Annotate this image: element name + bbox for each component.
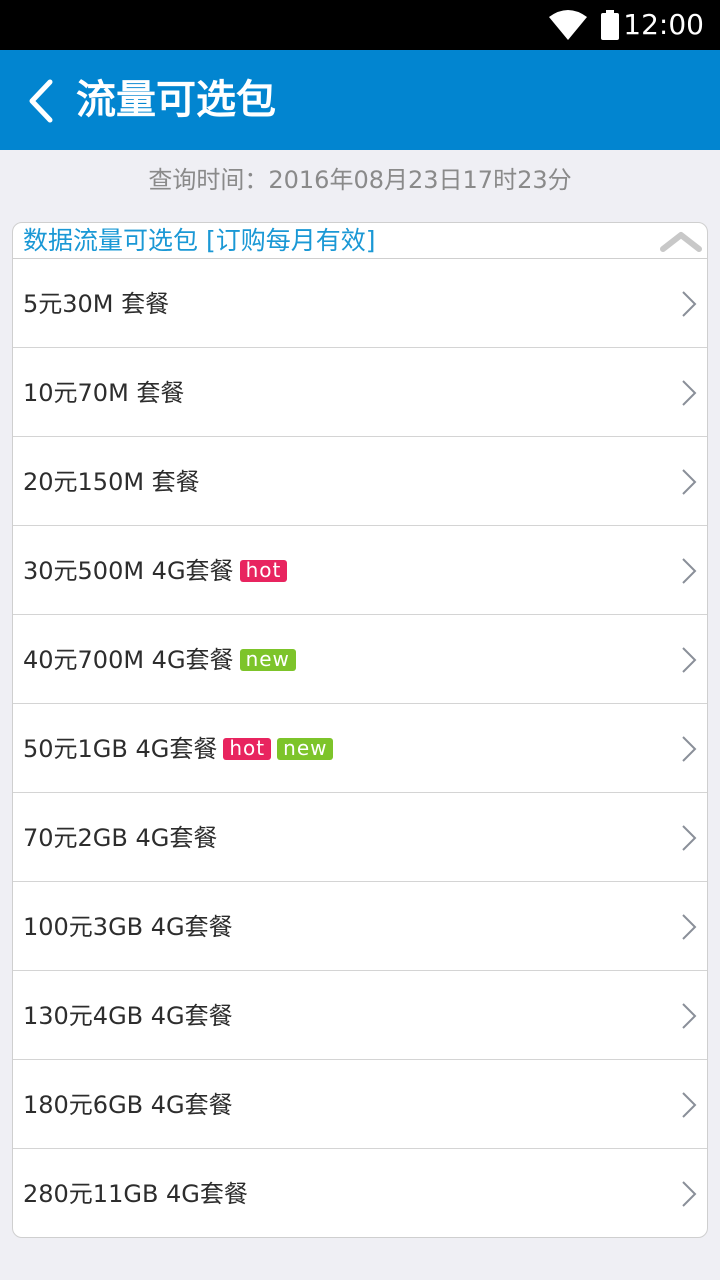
package-row[interactable]: 20元150M 套餐 xyxy=(13,437,707,526)
package-label: 10元70M 套餐 xyxy=(23,378,185,407)
package-label-wrap: 180元6GB 4G套餐 xyxy=(23,1060,233,1149)
package-label-wrap: 30元500M 4G套餐 hot xyxy=(23,526,288,615)
package-label-wrap: 70元2GB 4G套餐 xyxy=(23,793,217,882)
page-title: 流量可选包 xyxy=(76,77,276,123)
new-badge: new xyxy=(239,648,296,671)
package-row[interactable]: 130元4GB 4G套餐 xyxy=(13,971,707,1060)
package-row[interactable]: 30元500M 4G套餐 hot xyxy=(13,526,707,615)
chevron-right-icon xyxy=(682,1181,697,1207)
back-arrow-icon[interactable] xyxy=(22,78,62,124)
package-label-wrap: 10元70M 套餐 xyxy=(23,348,184,437)
package-label: 100元3GB 4G套餐 xyxy=(23,912,233,941)
package-label: 280元11GB 4G套餐 xyxy=(23,1179,248,1208)
battery-icon xyxy=(601,10,619,40)
hot-badge: hot xyxy=(239,559,288,582)
package-label: 30元500M 4G套餐 xyxy=(23,556,234,585)
package-label-wrap: 130元4GB 4G套餐 xyxy=(23,971,233,1060)
chevron-right-icon xyxy=(682,558,697,584)
chevron-right-icon xyxy=(682,825,697,851)
package-label-wrap: 280元11GB 4G套餐 xyxy=(23,1149,248,1237)
chevron-right-icon xyxy=(682,1092,697,1118)
package-label: 50元1GB 4G套餐 xyxy=(23,734,218,763)
package-label-wrap: 50元1GB 4G套餐 hot new xyxy=(23,704,334,793)
chevron-right-icon xyxy=(682,736,697,762)
package-row[interactable]: 10元70M 套餐 xyxy=(13,348,707,437)
chevron-right-icon xyxy=(682,469,697,495)
section-title: 数据流量可选包 [订购每月有效] xyxy=(23,226,376,255)
package-row[interactable]: 40元700M 4G套餐 new xyxy=(13,615,707,704)
package-list: 5元30M 套餐 10元70M 套餐 20元150M 套餐 30元500M 4G套餐 h… xyxy=(13,259,707,1237)
chevron-right-icon xyxy=(682,647,697,673)
chevron-right-icon xyxy=(682,380,697,406)
app-bar: 流量可选包 xyxy=(0,50,720,150)
package-row[interactable]: 100元3GB 4G套餐 xyxy=(13,882,707,971)
hot-badge: hot xyxy=(223,737,272,760)
package-row[interactable]: 70元2GB 4G套餐 xyxy=(13,793,707,882)
package-label-wrap: 20元150M 套餐 xyxy=(23,437,200,526)
package-label-wrap: 5元30M 套餐 xyxy=(23,259,169,348)
chevron-right-icon xyxy=(682,291,697,317)
new-badge: new xyxy=(277,737,334,760)
package-row[interactable]: 180元6GB 4G套餐 xyxy=(13,1060,707,1149)
chevron-right-icon xyxy=(682,914,697,940)
status-bar: 12:00 xyxy=(0,0,720,50)
package-label-wrap: 100元3GB 4G套餐 xyxy=(23,882,233,971)
package-row[interactable]: 280元11GB 4G套餐 xyxy=(13,1149,707,1237)
package-label: 70元2GB 4G套餐 xyxy=(23,823,218,852)
section-header[interactable]: 数据流量可选包 [订购每月有效] xyxy=(13,223,707,259)
package-label: 130元4GB 4G套餐 xyxy=(23,1001,233,1030)
package-label: 20元150M 套餐 xyxy=(23,467,200,496)
collapse-chevron-icon[interactable] xyxy=(659,229,703,253)
package-label: 40元700M 4G套餐 xyxy=(23,645,234,674)
package-card: 数据流量可选包 [订购每月有效] 5元30M 套餐 10元70M 套餐 20元150… xyxy=(12,222,708,1238)
chevron-right-icon xyxy=(682,1003,697,1029)
package-label: 5元30M 套餐 xyxy=(23,289,170,318)
status-clock: 12:00 xyxy=(623,8,704,41)
package-row[interactable]: 50元1GB 4G套餐 hot new xyxy=(13,704,707,793)
package-row[interactable]: 5元30M 套餐 xyxy=(13,259,707,348)
wifi-icon xyxy=(549,10,587,40)
package-label: 180元6GB 4G套餐 xyxy=(23,1090,233,1119)
package-label-wrap: 40元700M 4G套餐 new xyxy=(23,615,296,704)
query-time: 查询时间：2016年08月23日17时23分 xyxy=(148,166,572,194)
